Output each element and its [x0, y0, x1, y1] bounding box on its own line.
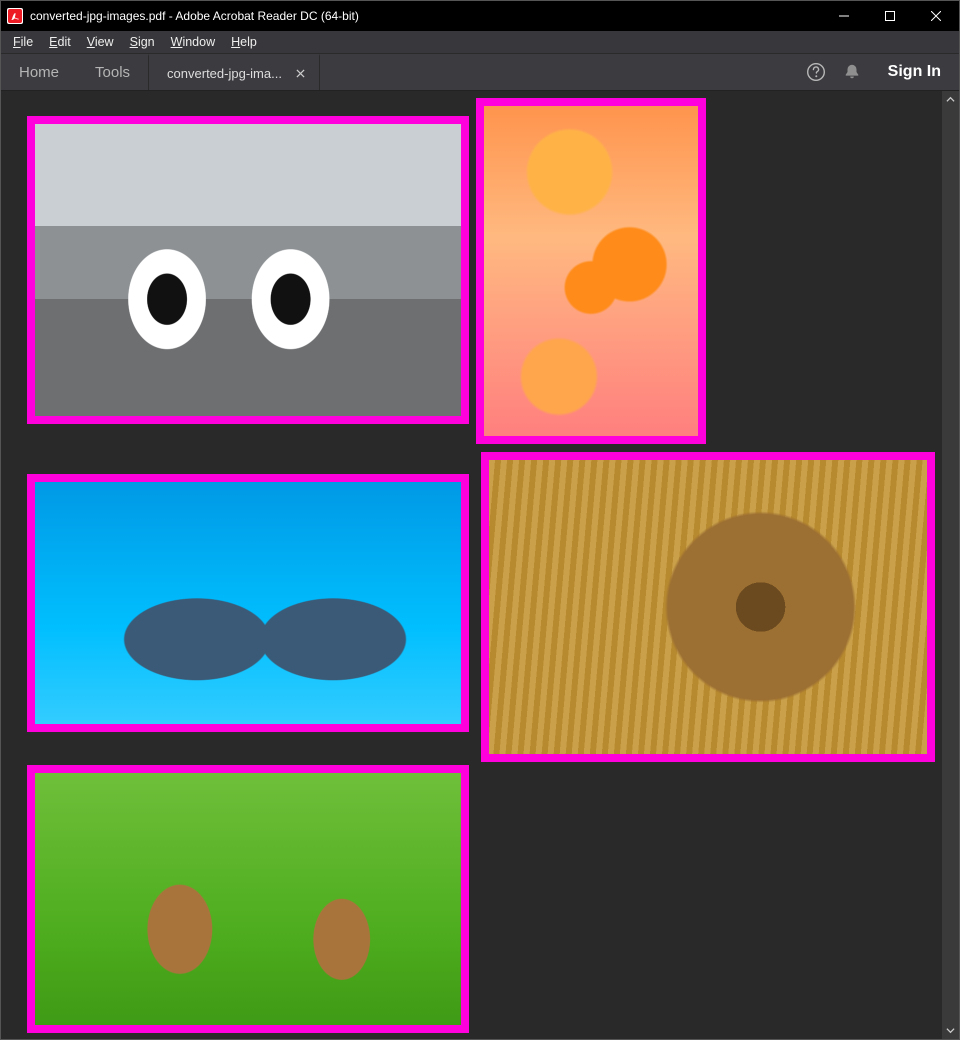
nav-tools[interactable]: Tools — [77, 54, 148, 90]
menu-file[interactable]: File — [5, 31, 41, 53]
titlebar: converted-jpg-images.pdf - Adobe Acrobat… — [1, 1, 959, 31]
signin-button[interactable]: Sign In — [870, 54, 959, 90]
minimize-button[interactable] — [821, 1, 867, 31]
bell-icon[interactable] — [834, 54, 870, 90]
vertical-scrollbar[interactable] — [942, 91, 959, 1039]
window-controls — [821, 1, 959, 31]
scroll-down-icon[interactable] — [942, 1022, 959, 1039]
menubar: File Edit View Sign Window Help — [1, 31, 959, 54]
menu-window[interactable]: Window — [163, 31, 223, 53]
image-placeholder — [484, 106, 698, 436]
document-page[interactable] — [1, 91, 959, 1039]
app-window: converted-jpg-images.pdf - Adobe Acrobat… — [0, 0, 960, 1040]
image-antelope[interactable] — [27, 765, 469, 1033]
image-placeholder — [35, 482, 461, 724]
image-penguins[interactable] — [27, 116, 469, 424]
nav-home[interactable]: Home — [1, 54, 77, 90]
maximize-button[interactable] — [867, 1, 913, 31]
acrobat-icon — [7, 8, 23, 24]
image-dolphins[interactable] — [27, 474, 469, 732]
image-placeholder — [35, 773, 461, 1025]
menu-sign[interactable]: Sign — [122, 31, 163, 53]
tab-title: converted-jpg-ima... — [167, 66, 282, 81]
toolbar-spacer — [320, 54, 798, 90]
image-placeholder — [35, 124, 461, 416]
image-placeholder — [489, 460, 927, 754]
toolbar: Home Tools converted-jpg-ima... Sign In — [1, 54, 959, 91]
document-tab[interactable]: converted-jpg-ima... — [148, 54, 320, 90]
image-jellyfish[interactable] — [476, 98, 706, 444]
help-icon[interactable] — [798, 54, 834, 90]
window-title: converted-jpg-images.pdf - Adobe Acrobat… — [30, 9, 821, 23]
scroll-up-icon[interactable] — [942, 91, 959, 108]
close-tab-icon[interactable] — [292, 69, 309, 78]
menu-help[interactable]: Help — [223, 31, 265, 53]
menu-edit[interactable]: Edit — [41, 31, 79, 53]
document-area — [1, 91, 959, 1039]
image-lion[interactable] — [481, 452, 935, 762]
close-button[interactable] — [913, 1, 959, 31]
menu-view[interactable]: View — [79, 31, 122, 53]
